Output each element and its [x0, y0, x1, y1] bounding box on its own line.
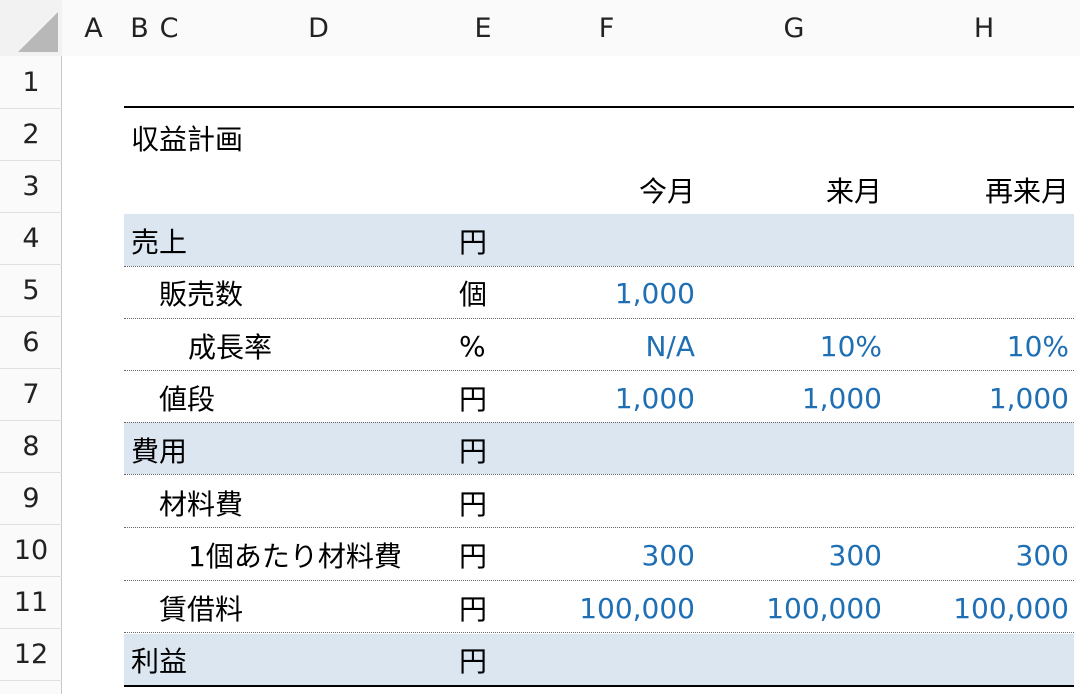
top-border-line	[124, 106, 1074, 108]
column-header-g[interactable]: G	[700, 0, 889, 56]
row-label-profit[interactable]: 利益	[131, 634, 187, 686]
value-cell[interactable]: 300	[888, 529, 1069, 581]
band-sales	[124, 214, 1074, 266]
column-header-h[interactable]: H	[888, 0, 1080, 56]
band-costs	[124, 422, 1074, 474]
value-cell[interactable]: 300	[700, 529, 882, 581]
row-header-2[interactable]: 2	[0, 108, 62, 161]
unit-cell[interactable]: %	[459, 320, 519, 372]
band-profit	[124, 634, 1074, 686]
row-header-3[interactable]: 3	[0, 160, 62, 213]
column-header-c[interactable]: C	[154, 0, 185, 56]
value-cell[interactable]: 1,000	[700, 372, 882, 424]
row-divider	[124, 474, 1074, 475]
row-header-4[interactable]: 4	[0, 212, 62, 265]
bottom-border-line	[124, 685, 1074, 687]
row-label-sales[interactable]: 売上	[131, 215, 187, 267]
value-cell[interactable]: 100,000	[700, 582, 882, 634]
row-header-bar: 1 2 3 4 5 6 7 8 9 10 11 12	[0, 56, 62, 694]
row-divider	[124, 527, 1074, 528]
column-header-bar: A B C D E F G H	[0, 0, 1080, 56]
value-cell[interactable]: 1,000	[515, 372, 695, 424]
unit-cell[interactable]: 円	[459, 215, 519, 267]
unit-cell[interactable]: 円	[459, 529, 519, 581]
select-all-triangle-icon	[18, 12, 58, 52]
sheet-title[interactable]: 収益計画	[131, 112, 243, 164]
row-header-6[interactable]: 6	[0, 316, 62, 369]
row-label-units-sold[interactable]: 販売数	[159, 267, 243, 319]
value-cell[interactable]: 1,000	[888, 372, 1069, 424]
row-label-costs[interactable]: 費用	[131, 424, 187, 476]
unit-cell[interactable]: 個	[459, 267, 519, 319]
row-header-7[interactable]: 7	[0, 368, 62, 421]
row-header-11[interactable]: 11	[0, 576, 62, 629]
unit-cell[interactable]: 円	[459, 477, 519, 529]
row-header-10[interactable]: 10	[0, 524, 62, 577]
period-header-after-next[interactable]: 再来月	[888, 164, 1069, 216]
row-header-5[interactable]: 5	[0, 264, 62, 317]
column-header-f[interactable]: F	[513, 0, 701, 56]
column-header-b[interactable]: B	[125, 0, 155, 56]
row-label-price[interactable]: 値段	[159, 372, 215, 424]
value-cell[interactable]: 10%	[700, 320, 882, 372]
value-cell[interactable]: N/A	[515, 320, 695, 372]
value-cell[interactable]: 300	[515, 529, 695, 581]
row-header-8[interactable]: 8	[0, 420, 62, 473]
row-label-growth-rate[interactable]: 成長率	[188, 320, 272, 372]
row-label-material-per-unit[interactable]: 1個あたり材料費	[188, 529, 402, 581]
value-cell[interactable]: 1,000	[515, 267, 695, 319]
period-header-next[interactable]: 来月	[700, 164, 882, 216]
unit-cell[interactable]: 円	[459, 424, 519, 476]
unit-cell[interactable]: 円	[459, 582, 519, 634]
select-all-corner[interactable]	[0, 0, 63, 56]
row-label-rent[interactable]: 賃借料	[159, 582, 243, 634]
column-header-e[interactable]: E	[453, 0, 514, 56]
row-header-9[interactable]: 9	[0, 472, 62, 525]
unit-cell[interactable]: 円	[459, 372, 519, 424]
column-header-d[interactable]: D	[184, 0, 454, 56]
row-header-1[interactable]: 1	[0, 56, 62, 109]
value-cell[interactable]: 100,000	[888, 582, 1069, 634]
column-header-a[interactable]: A	[62, 0, 126, 56]
row-label-material-cost[interactable]: 材料費	[159, 477, 243, 529]
row-header-12[interactable]: 12	[0, 628, 62, 681]
value-cell[interactable]: 10%	[888, 320, 1069, 372]
period-header-current[interactable]: 今月	[515, 164, 695, 216]
value-cell[interactable]: 100,000	[515, 582, 695, 634]
unit-cell[interactable]: 円	[459, 634, 519, 686]
